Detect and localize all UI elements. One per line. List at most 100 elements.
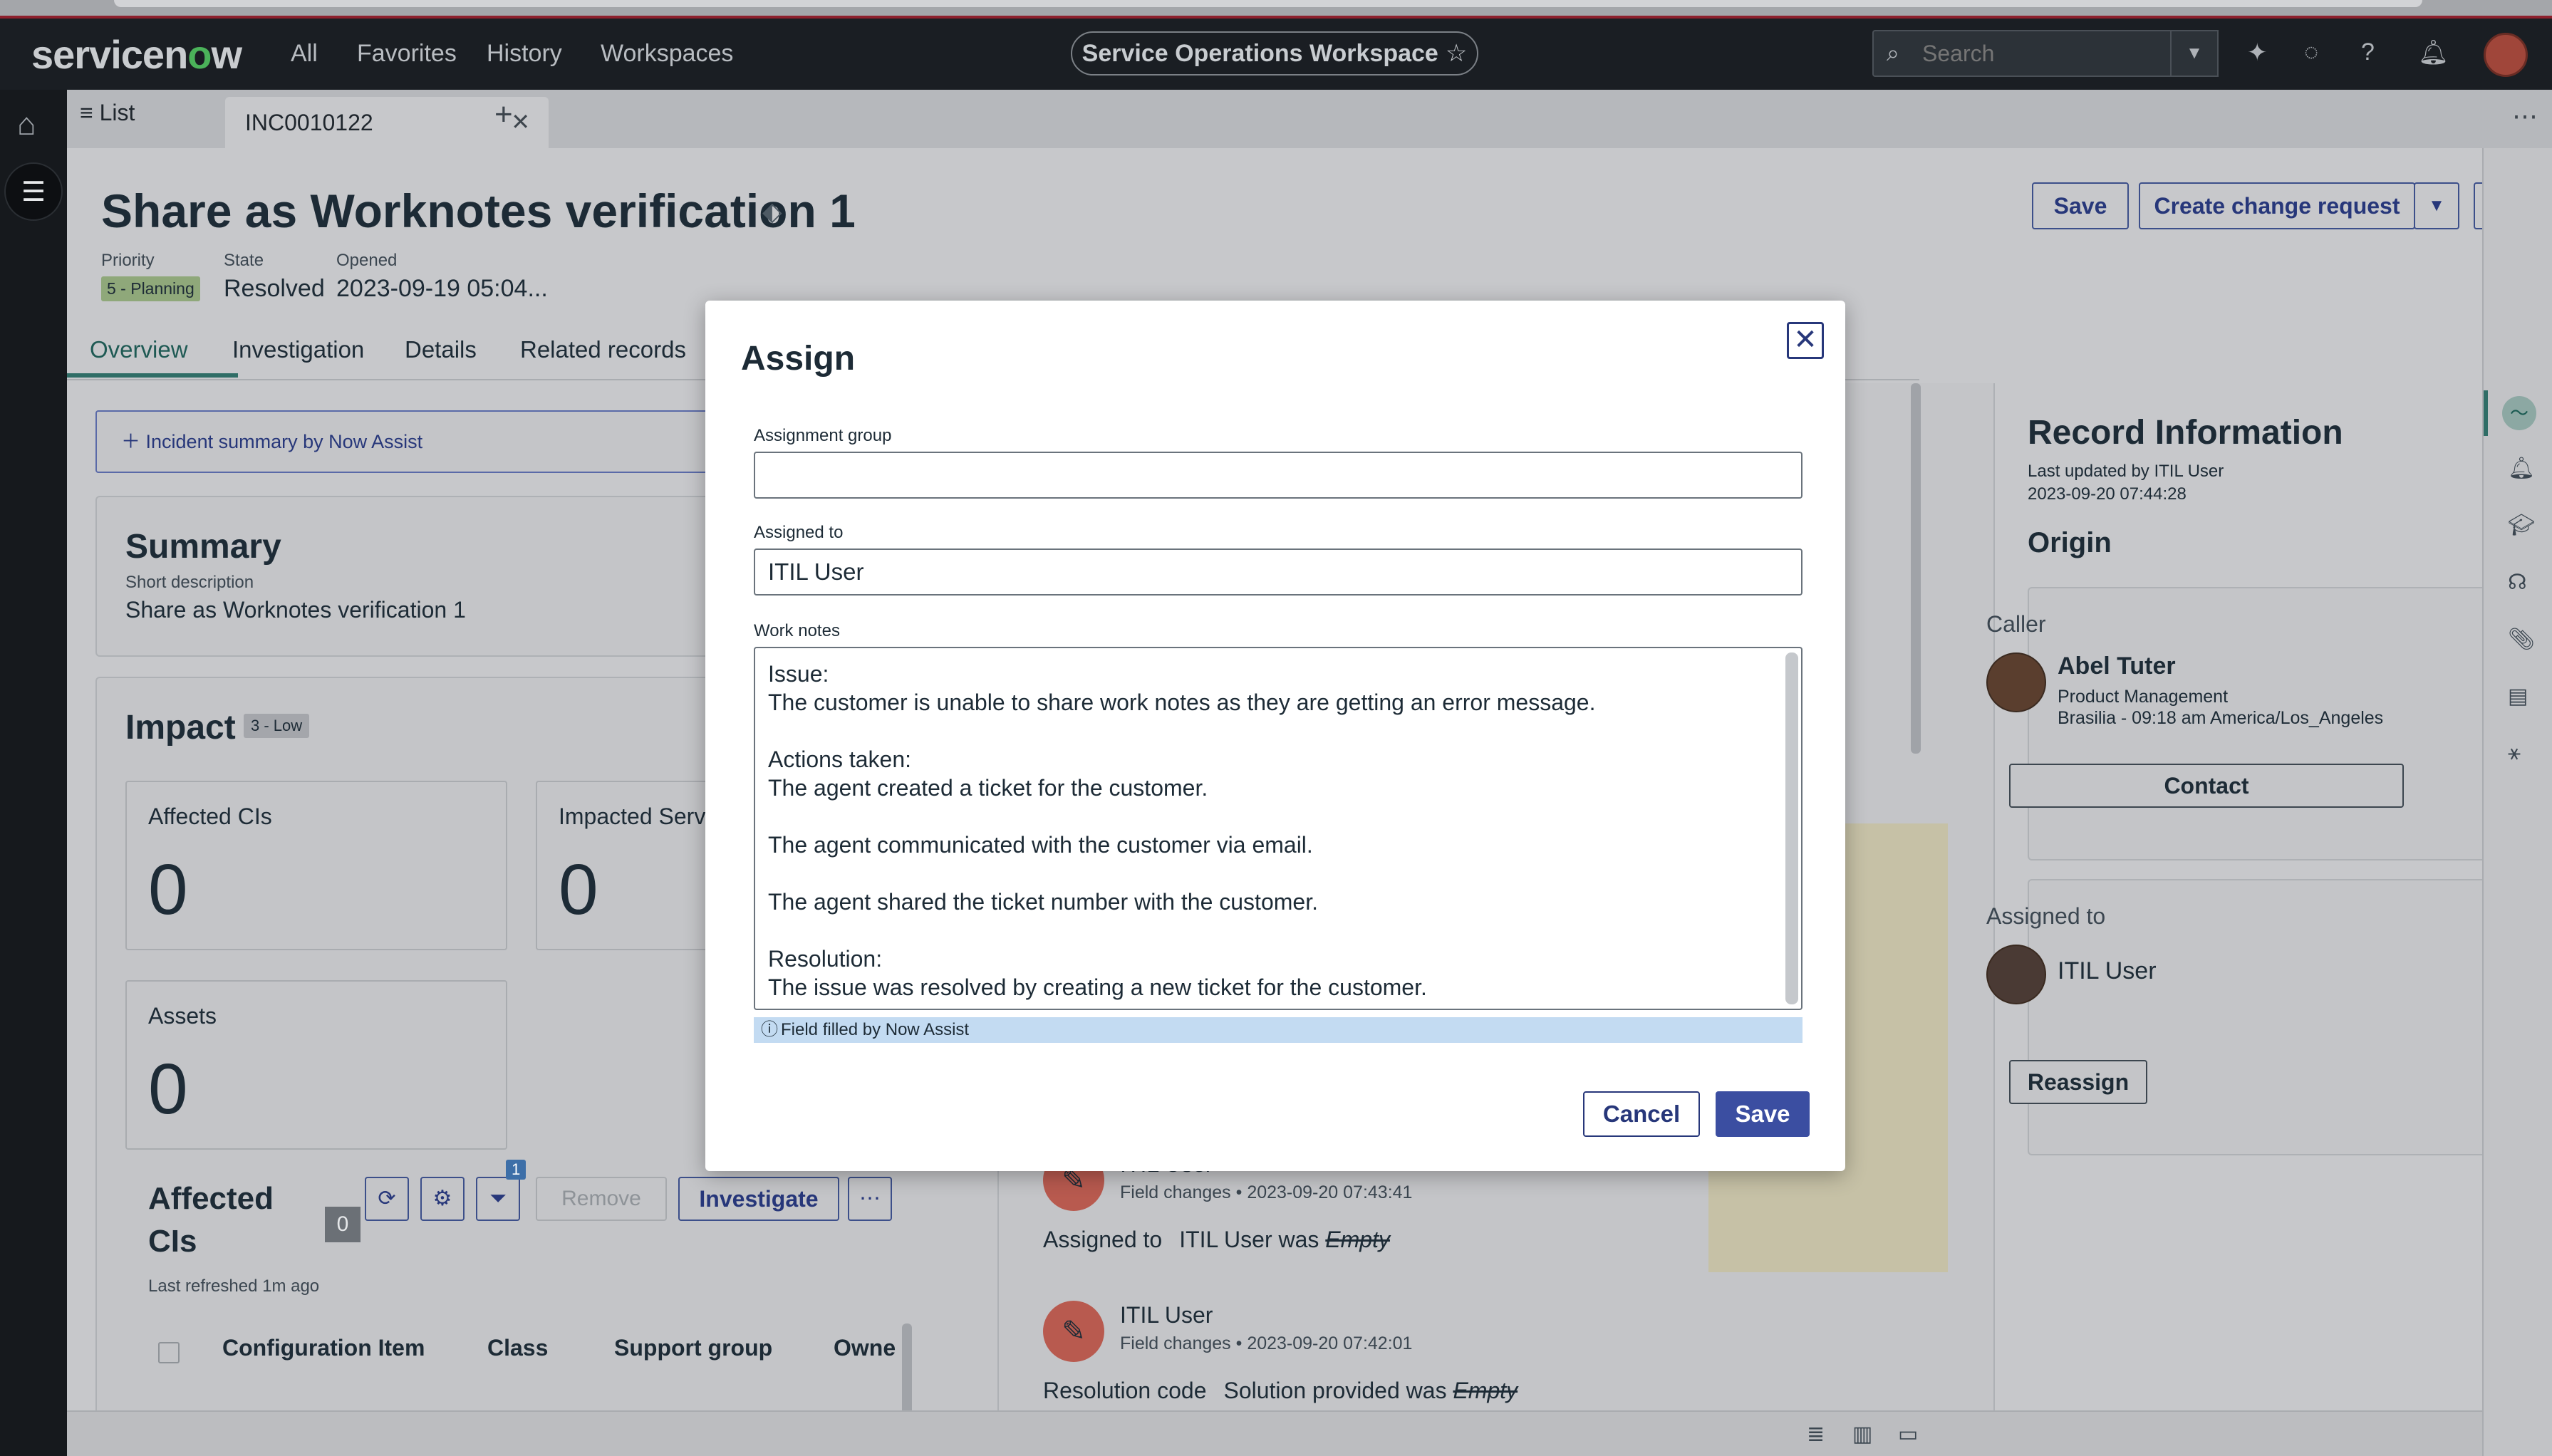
more-icon[interactable]: ⋯ xyxy=(2512,101,2538,131)
nav-favorites[interactable]: Favorites xyxy=(357,40,457,68)
bell-icon[interactable]: 🔔︎ xyxy=(2508,456,2535,481)
reassign-button[interactable]: Reassign xyxy=(2009,1060,2147,1104)
col-support-group[interactable]: Support group xyxy=(614,1335,772,1361)
assigned-to-label: Assigned to xyxy=(1986,903,2106,929)
tab-overview-underline xyxy=(67,373,238,378)
tab-details[interactable]: Details xyxy=(405,336,477,363)
activity-scrollbar[interactable] xyxy=(1911,383,1921,754)
pencil-icon: ✎ xyxy=(1043,1301,1104,1362)
work-notes-scrollbar[interactable] xyxy=(1785,652,1798,1004)
home-icon[interactable]: ⌂ xyxy=(17,107,36,142)
assignment-group-field[interactable] xyxy=(754,452,1803,499)
page-title: Share as Worknotes verification 1 xyxy=(101,184,856,237)
cancel-button[interactable]: Cancel xyxy=(1583,1091,1700,1137)
metric-label: Affected CIs xyxy=(148,804,272,829)
search-scope-dropdown[interactable]: ▼ xyxy=(2172,30,2219,77)
now-assist-summary-label: Incident summary by Now Assist xyxy=(145,431,423,452)
caller-department: Product Management xyxy=(2058,687,2229,707)
left-rail: ⌂ ☰ xyxy=(0,90,67,1456)
work-notes-field[interactable]: Issue: The customer is unable to share w… xyxy=(754,647,1803,1010)
user-avatar[interactable] xyxy=(2484,33,2528,77)
more-icon[interactable]: ⋯ xyxy=(848,1177,892,1221)
assigned-to-field[interactable] xyxy=(754,548,1803,596)
graduation-cap-icon[interactable]: 🎓︎ xyxy=(2508,513,2535,538)
affected-cis-title-2: CIs xyxy=(148,1224,197,1259)
tab-overview[interactable]: Overview xyxy=(90,336,188,363)
headset-icon[interactable]: ☊ xyxy=(2508,570,2527,595)
tab-related-records[interactable]: Related records xyxy=(520,336,686,363)
activity-type: Field changes xyxy=(1120,1333,1231,1353)
remove-button[interactable]: Remove xyxy=(536,1177,667,1221)
assignee-name[interactable]: ITIL User xyxy=(2058,957,2157,985)
layout-list-icon[interactable]: ≣ xyxy=(1807,1422,1825,1447)
browser-address-bar-edge xyxy=(114,0,2422,7)
active-marker xyxy=(2484,390,2488,436)
col-configuration-item[interactable]: Configuration Item xyxy=(222,1335,425,1361)
origin-title: Origin xyxy=(2028,527,2112,558)
info-icon: ⓘ xyxy=(761,1020,778,1039)
tag-icon[interactable]: ⬖ xyxy=(762,197,782,227)
network-icon[interactable]: ⚹ xyxy=(2508,741,2521,765)
filter-icon[interactable]: ⏷ xyxy=(476,1177,520,1221)
nav-history[interactable]: History xyxy=(487,40,562,68)
document-icon[interactable]: ▤ xyxy=(2508,684,2528,709)
short-description-label: Short description xyxy=(125,573,254,592)
add-tab-icon[interactable]: + xyxy=(494,97,513,132)
assignee-avatar xyxy=(1986,945,2046,1004)
activity-change: Resolution code Solution provided was Emp… xyxy=(1043,1378,1518,1404)
create-change-request-button[interactable]: Create change request xyxy=(2139,182,2415,229)
select-all-checkbox[interactable] xyxy=(158,1342,180,1363)
nav-workspaces[interactable]: Workspaces xyxy=(601,40,733,68)
activity-field: Resolution code xyxy=(1043,1378,1207,1403)
workspace-pill[interactable]: Service Operations Workspace ☆ xyxy=(1071,31,1478,76)
help-icon[interactable]: ? xyxy=(2361,38,2375,66)
contextual-side-rail: 〜 🔔︎ 🎓︎ ☊ 📎︎ ▤ ⚹ xyxy=(2482,148,2552,1456)
chat-icon[interactable]: ◌ xyxy=(2304,38,2318,66)
list-icon[interactable]: ☰ xyxy=(4,162,63,221)
search-icon: ⌕ xyxy=(1887,40,1899,66)
metric-affected-cis[interactable]: Affected CIs 0 xyxy=(125,781,507,950)
top-nav-header: servicenow All Favorites History Workspa… xyxy=(0,19,2552,90)
sparkle-icon[interactable]: ✦ xyxy=(2247,38,2268,67)
activity-icon[interactable]: 〜 xyxy=(2502,396,2536,430)
col-owner[interactable]: Owne xyxy=(834,1335,896,1361)
metric-value: 0 xyxy=(148,1049,188,1129)
activity-author: ITIL User xyxy=(1120,1302,1213,1328)
search-input[interactable] xyxy=(1922,38,2157,68)
activity-meta: Field changes • 2023-09-20 07:42:01 xyxy=(1120,1333,1413,1353)
gear-icon[interactable]: ⚙ xyxy=(420,1177,465,1221)
impact-badge: 3 - Low xyxy=(244,714,310,738)
tab-list-label: List xyxy=(99,100,135,125)
investigate-button[interactable]: Investigate xyxy=(678,1177,839,1221)
modal-save-button[interactable]: Save xyxy=(1716,1091,1810,1137)
caller-name[interactable]: Abel Tuter xyxy=(2058,652,2176,680)
refresh-icon[interactable]: ⟳ xyxy=(365,1177,409,1221)
layout-full-icon[interactable]: ▭ xyxy=(1898,1422,1918,1447)
activity-field: Assigned to xyxy=(1043,1227,1163,1252)
close-icon[interactable]: ✕ xyxy=(511,108,530,135)
metric-assets[interactable]: Assets 0 xyxy=(125,980,507,1150)
priority-label: Priority xyxy=(101,251,155,270)
star-icon[interactable]: ☆ xyxy=(1446,40,1467,67)
servicenow-logo[interactable]: servicenow xyxy=(31,31,242,78)
opened-value: 2023-09-19 05:04... xyxy=(336,275,548,302)
table-scrollbar[interactable] xyxy=(902,1324,912,1416)
nav-all[interactable]: All xyxy=(291,40,318,68)
close-icon[interactable]: ✕ xyxy=(1787,322,1824,359)
attachment-icon[interactable]: 📎︎ xyxy=(2508,627,2535,652)
now-assist-note-text: Field filled by Now Assist xyxy=(781,1020,970,1039)
now-assist-summary-bar[interactable]: ＋ Incident summary by Now Assist xyxy=(95,410,808,473)
contact-button[interactable]: Contact xyxy=(2009,764,2404,808)
tab-list[interactable]: ≡ List xyxy=(80,100,135,126)
now-assist-note: ⓘ Field filled by Now Assist xyxy=(754,1017,1803,1043)
create-change-dropdown[interactable]: ▼ xyxy=(2414,182,2459,229)
activity-meta: Field changes • 2023-09-20 07:43:41 xyxy=(1120,1182,1413,1202)
save-button[interactable]: Save xyxy=(2032,182,2129,229)
bell-icon[interactable]: 🔔︎ xyxy=(2418,38,2449,67)
activity-time: 2023-09-20 07:43:41 xyxy=(1247,1182,1413,1202)
layout-split-icon[interactable]: ▥ xyxy=(1852,1422,1872,1447)
col-class[interactable]: Class xyxy=(487,1335,548,1361)
tab-investigation[interactable]: Investigation xyxy=(232,336,364,363)
caller-label: Caller xyxy=(1986,611,2046,637)
global-search[interactable]: ⌕ xyxy=(1872,30,2172,77)
